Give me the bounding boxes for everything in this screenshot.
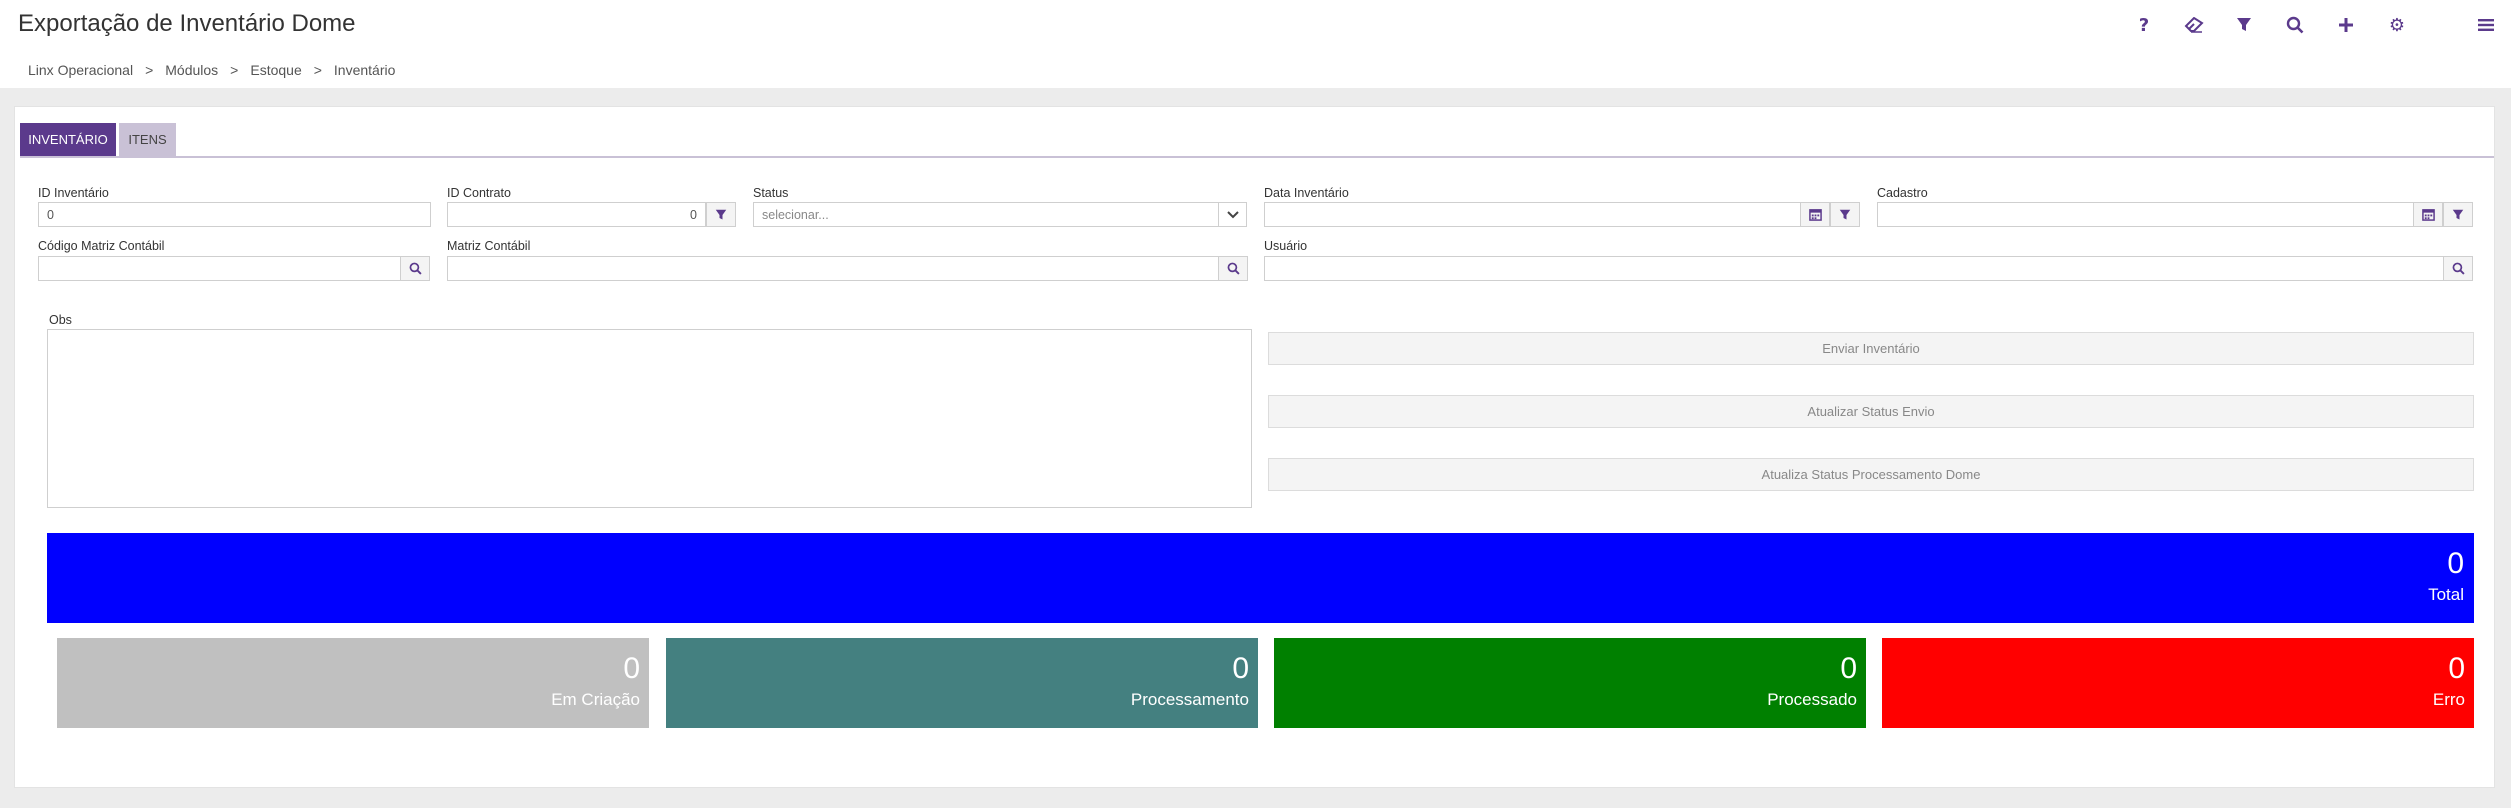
filter-icon — [2452, 209, 2464, 219]
breadcrumb-item-linx[interactable]: Linx Operacional — [28, 62, 133, 78]
processado-card: 0 Processado — [1274, 638, 1866, 728]
breadcrumb-separator: > — [230, 62, 239, 78]
status-select[interactable]: selecionar... — [753, 202, 1247, 227]
search-icon[interactable] — [2282, 12, 2308, 38]
processado-label: Processado — [1767, 690, 1857, 709]
data-inventario-input[interactable] — [1264, 202, 1804, 227]
cadastro-calendar-button[interactable] — [2413, 202, 2443, 227]
em-criacao-label: Em Criação — [551, 690, 640, 709]
status-dropdown-button[interactable] — [1218, 202, 1247, 227]
usuario-label: Usuário — [1264, 239, 1308, 253]
total-label: Total — [2428, 585, 2464, 604]
search-icon — [1227, 262, 1240, 275]
breadcrumb-item-estoque[interactable]: Estoque — [250, 62, 301, 78]
codigo-matriz-search-button[interactable] — [400, 256, 430, 281]
obs-label: Obs — [49, 313, 72, 327]
tab-itens[interactable]: ITENS — [119, 123, 176, 156]
matriz-contabil-label: Matriz Contábil — [447, 239, 531, 253]
plus-icon[interactable] — [2333, 12, 2359, 38]
breadcrumb-separator: > — [145, 62, 154, 78]
processamento-label: Processamento — [1130, 690, 1249, 709]
filter-icon — [715, 209, 727, 219]
atualizar-status-envio-button[interactable]: Atualizar Status Envio — [1268, 395, 2474, 428]
data-inventario-filter-button[interactable] — [1830, 202, 1860, 227]
page-title: Exportação de Inventário Dome — [18, 10, 356, 37]
codigo-matriz-input[interactable] — [38, 256, 402, 281]
breadcrumb-item-inventario[interactable]: Inventário — [334, 62, 395, 78]
total-summary-card: 0 Total — [47, 533, 2474, 623]
em-criacao-count: 0 — [623, 652, 640, 685]
cadastro-input[interactable] — [1877, 202, 2417, 227]
tab-inventario[interactable]: INVENTÁRIO — [20, 123, 116, 156]
data-inventario-label: Data Inventário — [1264, 186, 1349, 200]
calendar-icon — [1808, 209, 1822, 221]
matriz-contabil-search-button[interactable] — [1218, 256, 1248, 281]
id-contrato-label: ID Contrato — [447, 186, 511, 200]
usuario-search-button[interactable] — [2443, 256, 2473, 281]
tab-divider — [20, 156, 2494, 158]
erro-label: Erro — [2432, 690, 2465, 709]
data-inventario-calendar-button[interactable] — [1800, 202, 1830, 227]
help-icon[interactable]: ? — [2131, 12, 2157, 38]
usuario-input[interactable] — [1264, 256, 2445, 281]
filter-icon[interactable] — [2231, 12, 2257, 38]
breadcrumb-separator: > — [313, 62, 322, 78]
status-label: Status — [753, 186, 789, 200]
id-inventario-input[interactable]: 0 — [38, 202, 431, 227]
search-icon — [2452, 262, 2465, 275]
filter-icon — [1839, 209, 1851, 219]
obs-textarea[interactable] — [47, 329, 1252, 508]
id-contrato-input[interactable]: 0 — [447, 202, 706, 227]
enviar-inventario-button[interactable]: Enviar Inventário — [1268, 332, 2474, 365]
processamento-count: 0 — [1232, 652, 1249, 685]
erro-count: 0 — [2448, 652, 2465, 685]
id-contrato-filter-button[interactable] — [706, 202, 736, 227]
processado-count: 0 — [1840, 652, 1857, 685]
breadcrumb: Linx Operacional > Módulos > Estoque > I… — [28, 62, 395, 78]
erro-card: 0 Erro — [1882, 638, 2474, 728]
codigo-matriz-label: Código Matriz Contábil — [38, 239, 165, 253]
menu-icon[interactable] — [2473, 12, 2499, 38]
chevron-down-icon — [1226, 210, 1239, 218]
atualiza-status-processamento-button[interactable]: Atualiza Status Processamento Dome — [1268, 458, 2474, 491]
calendar-icon — [2421, 209, 2435, 221]
cadastro-filter-button[interactable] — [2443, 202, 2473, 227]
breadcrumb-item-modulos[interactable]: Módulos — [165, 62, 218, 78]
id-inventario-label: ID Inventário — [38, 186, 109, 200]
cadastro-label: Cadastro — [1877, 186, 1928, 200]
eraser-icon[interactable] — [2181, 12, 2207, 38]
matriz-contabil-input[interactable] — [447, 256, 1220, 281]
search-icon — [409, 262, 422, 275]
processamento-card: 0 Processamento — [666, 638, 1258, 728]
total-count: 0 — [2447, 547, 2464, 580]
em-criacao-card: 0 Em Criação — [57, 638, 649, 728]
gear-icon[interactable]: ⚙ — [2384, 12, 2410, 38]
